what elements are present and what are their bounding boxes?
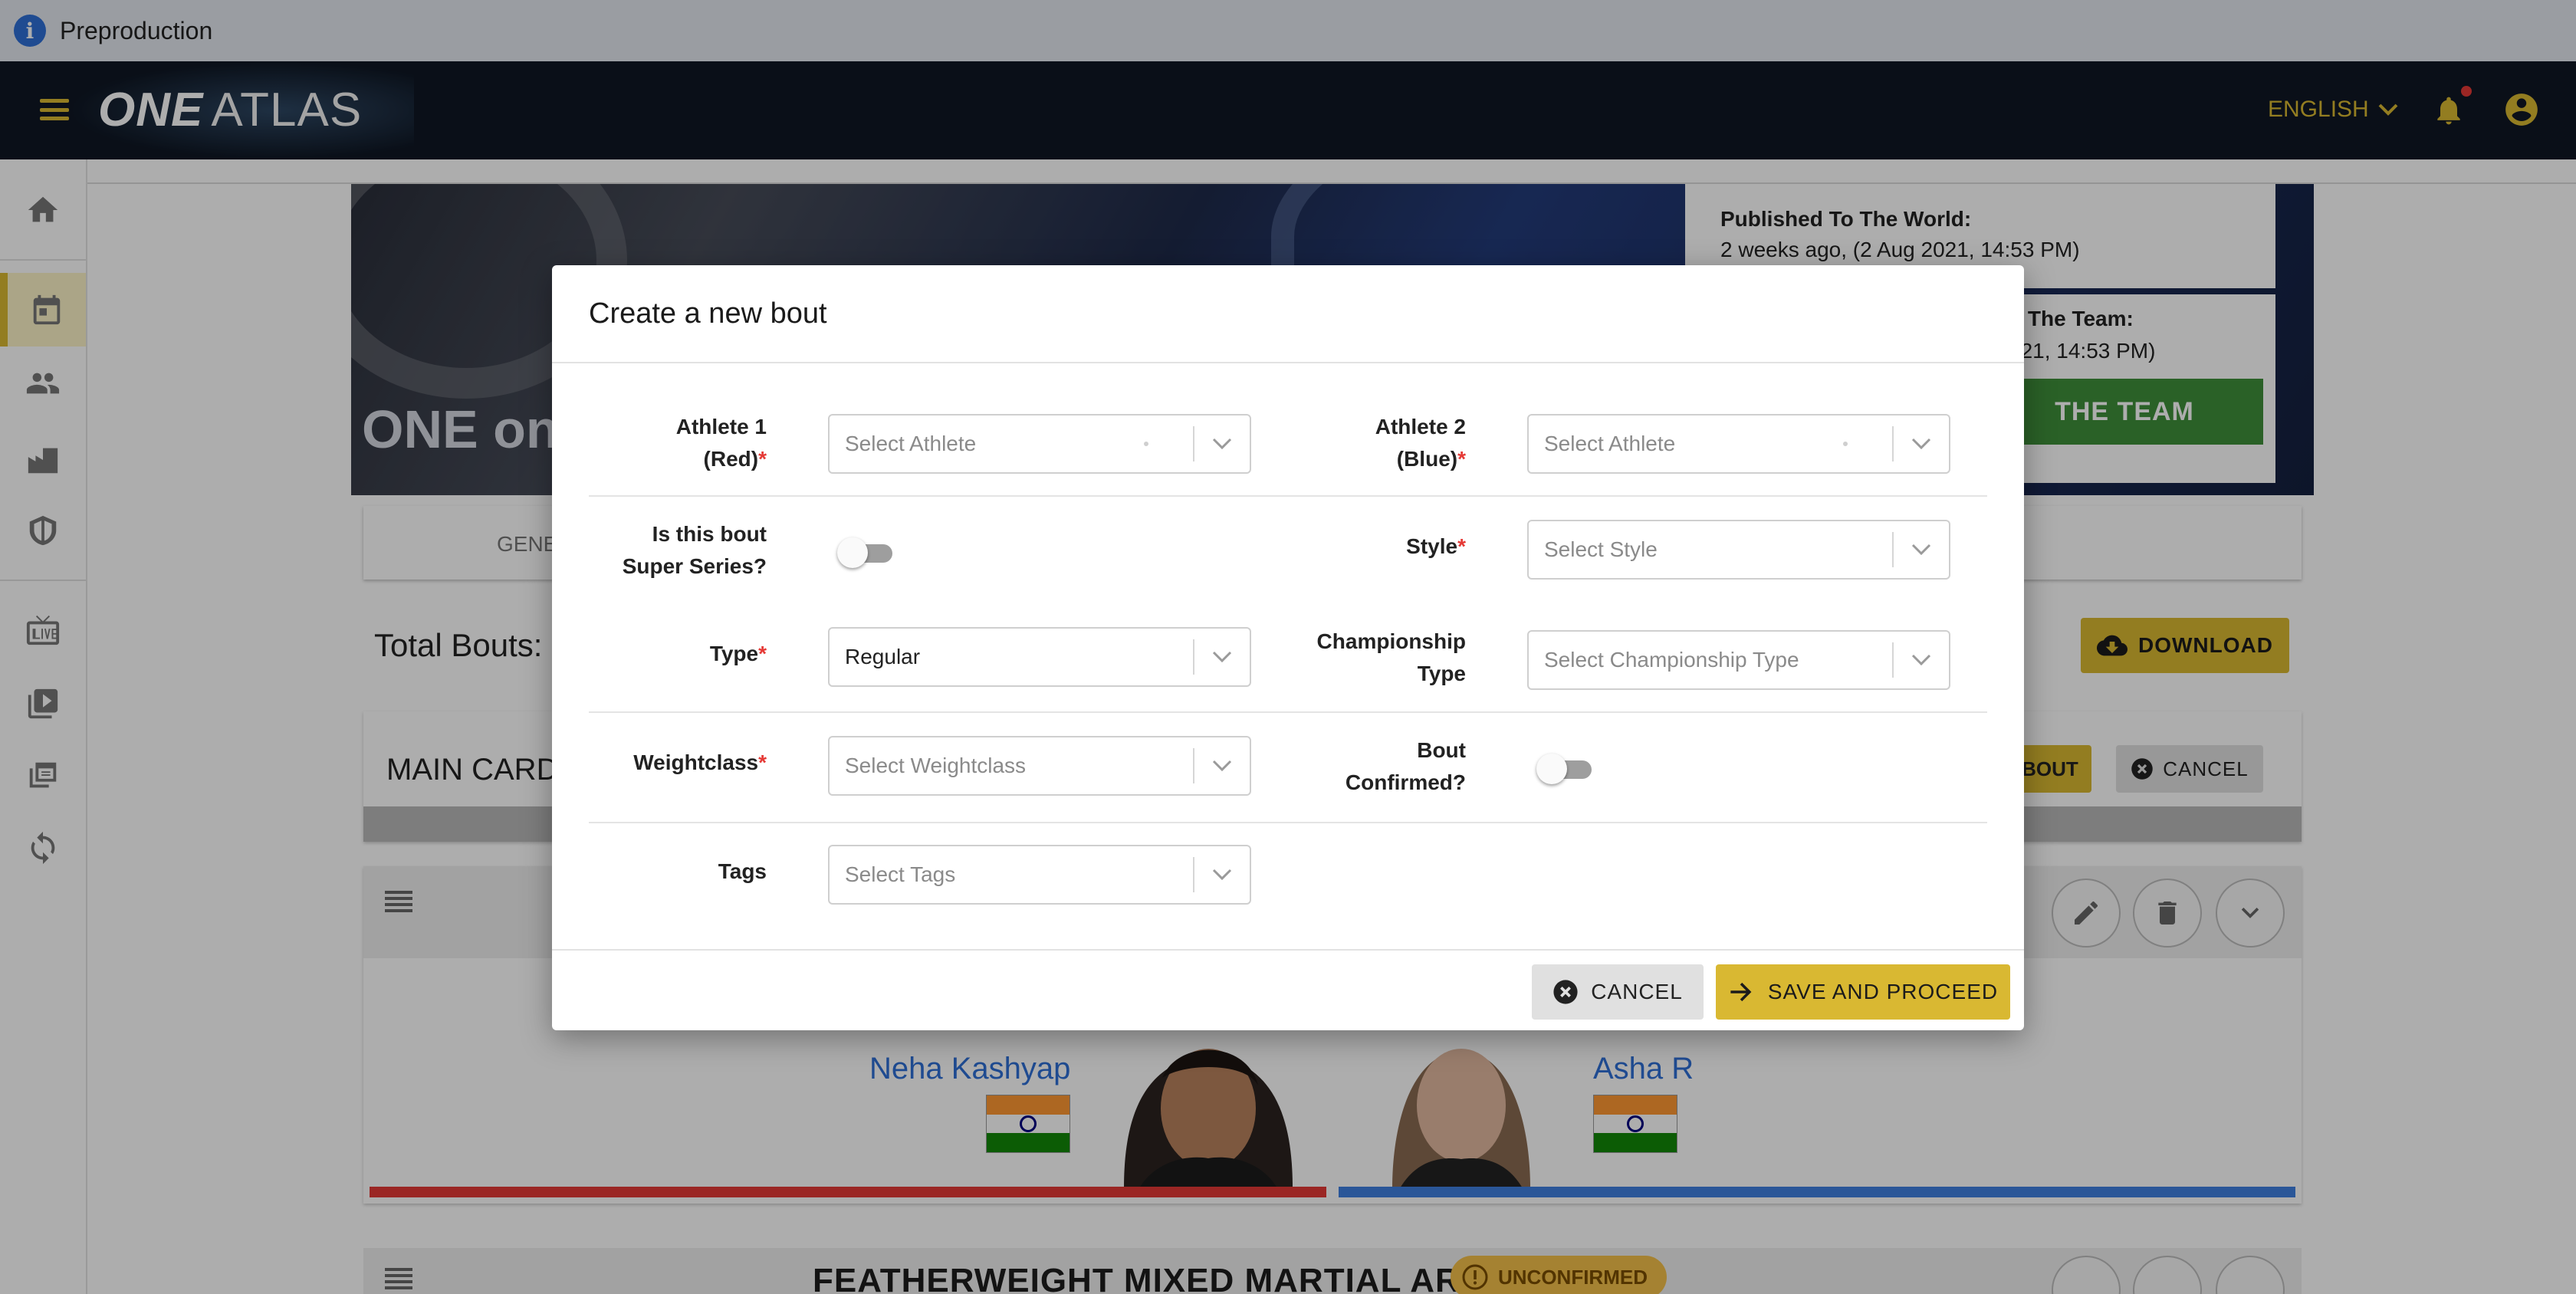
- chevron-down-icon[interactable]: [1894, 544, 1949, 556]
- athlete1-placeholder: Select Athlete: [845, 432, 977, 455]
- bout-confirmed-label-line2: Confirmed?: [1345, 770, 1466, 794]
- athlete1-label: Athlete 1 (Red)*: [676, 411, 767, 475]
- bout-confirmed-toggle[interactable]: [1536, 751, 1596, 787]
- weightclass-select[interactable]: Select Weightclass: [828, 736, 1251, 796]
- type-value: Regular: [845, 645, 921, 668]
- cancel-button-label: CANCEL: [1591, 980, 1683, 1003]
- form-row-divider: [589, 495, 1987, 497]
- athlete1-select[interactable]: Select Athlete: [828, 414, 1251, 474]
- athlete2-label-line2: (Blue): [1396, 447, 1458, 471]
- style-label: Style*: [1406, 530, 1466, 563]
- cancel-circle-icon: [1553, 980, 1578, 1004]
- loading-indicator: [1144, 442, 1148, 446]
- style-label-text: Style: [1406, 534, 1458, 558]
- athlete1-label-line2: (Red): [703, 447, 759, 471]
- chevron-down-icon[interactable]: [1194, 760, 1250, 772]
- bout-confirmed-label-line1: Bout: [1417, 738, 1466, 762]
- super-series-label: Is this bout Super Series?: [623, 518, 767, 583]
- type-label-text: Type: [709, 642, 759, 665]
- bout-confirmed-label: Bout Confirmed?: [1346, 734, 1466, 799]
- chevron-down-icon[interactable]: [1194, 651, 1250, 663]
- required-marker: *: [1457, 447, 1466, 471]
- required-marker: *: [758, 642, 767, 665]
- arrow-right-icon: [1730, 982, 1752, 1002]
- chevron-down-icon[interactable]: [1194, 869, 1250, 881]
- chevron-down-icon[interactable]: [1894, 654, 1949, 666]
- required-marker: *: [1457, 534, 1466, 558]
- type-select[interactable]: Regular: [828, 627, 1251, 687]
- chevron-down-icon[interactable]: [1894, 438, 1949, 450]
- loading-indicator: [1843, 442, 1848, 446]
- super-series-toggle[interactable]: [837, 535, 897, 570]
- required-marker: *: [758, 447, 767, 471]
- save-button-label: SAVE AND PROCEED: [1767, 980, 1999, 1003]
- chevron-down-icon[interactable]: [1194, 438, 1250, 450]
- championship-label-line2: Type: [1417, 662, 1466, 685]
- weightclass-label-text: Weightclass: [633, 750, 759, 774]
- championship-type-select[interactable]: Select Championship Type: [1527, 630, 1950, 690]
- dialog-footer-divider: [552, 949, 2024, 951]
- weightclass-placeholder: Select Weightclass: [845, 754, 1027, 777]
- athlete2-select[interactable]: Select Athlete: [1527, 414, 1950, 474]
- dialog-header-divider: [552, 362, 2024, 363]
- save-and-proceed-button[interactable]: SAVE AND PROCEED: [1716, 964, 2010, 1020]
- tags-placeholder: Select Tags: [845, 862, 956, 886]
- tags-label: Tags: [718, 859, 767, 883]
- athlete2-label: Athlete 2 (Blue)*: [1375, 411, 1466, 475]
- dialog-title: Create a new bout: [589, 297, 827, 330]
- athlete2-placeholder: Select Athlete: [1544, 432, 1676, 455]
- style-placeholder: Select Style: [1544, 537, 1658, 561]
- create-bout-dialog: Create a new bout Athlete 1 (Red)* Selec…: [552, 265, 2024, 1030]
- championship-label-line1: Championship: [1316, 629, 1466, 653]
- athlete2-label-line1: Athlete 2: [1375, 415, 1466, 438]
- type-label: Type*: [710, 638, 767, 670]
- weightclass-label: Weightclass*: [633, 747, 767, 779]
- tags-select[interactable]: Select Tags: [828, 845, 1251, 905]
- style-select[interactable]: Select Style: [1527, 520, 1950, 580]
- form-row-divider: [589, 822, 1987, 823]
- super-series-label-line2: Super Series?: [622, 554, 767, 578]
- championship-type-placeholder: Select Championship Type: [1544, 648, 1799, 672]
- championship-type-label: Championship Type: [1317, 626, 1466, 690]
- form-row-divider: [589, 711, 1987, 713]
- required-marker: *: [758, 750, 767, 774]
- cancel-button[interactable]: CANCEL: [1532, 964, 1704, 1020]
- super-series-label-line1: Is this bout: [652, 522, 767, 546]
- athlete1-label-line1: Athlete 1: [675, 415, 767, 438]
